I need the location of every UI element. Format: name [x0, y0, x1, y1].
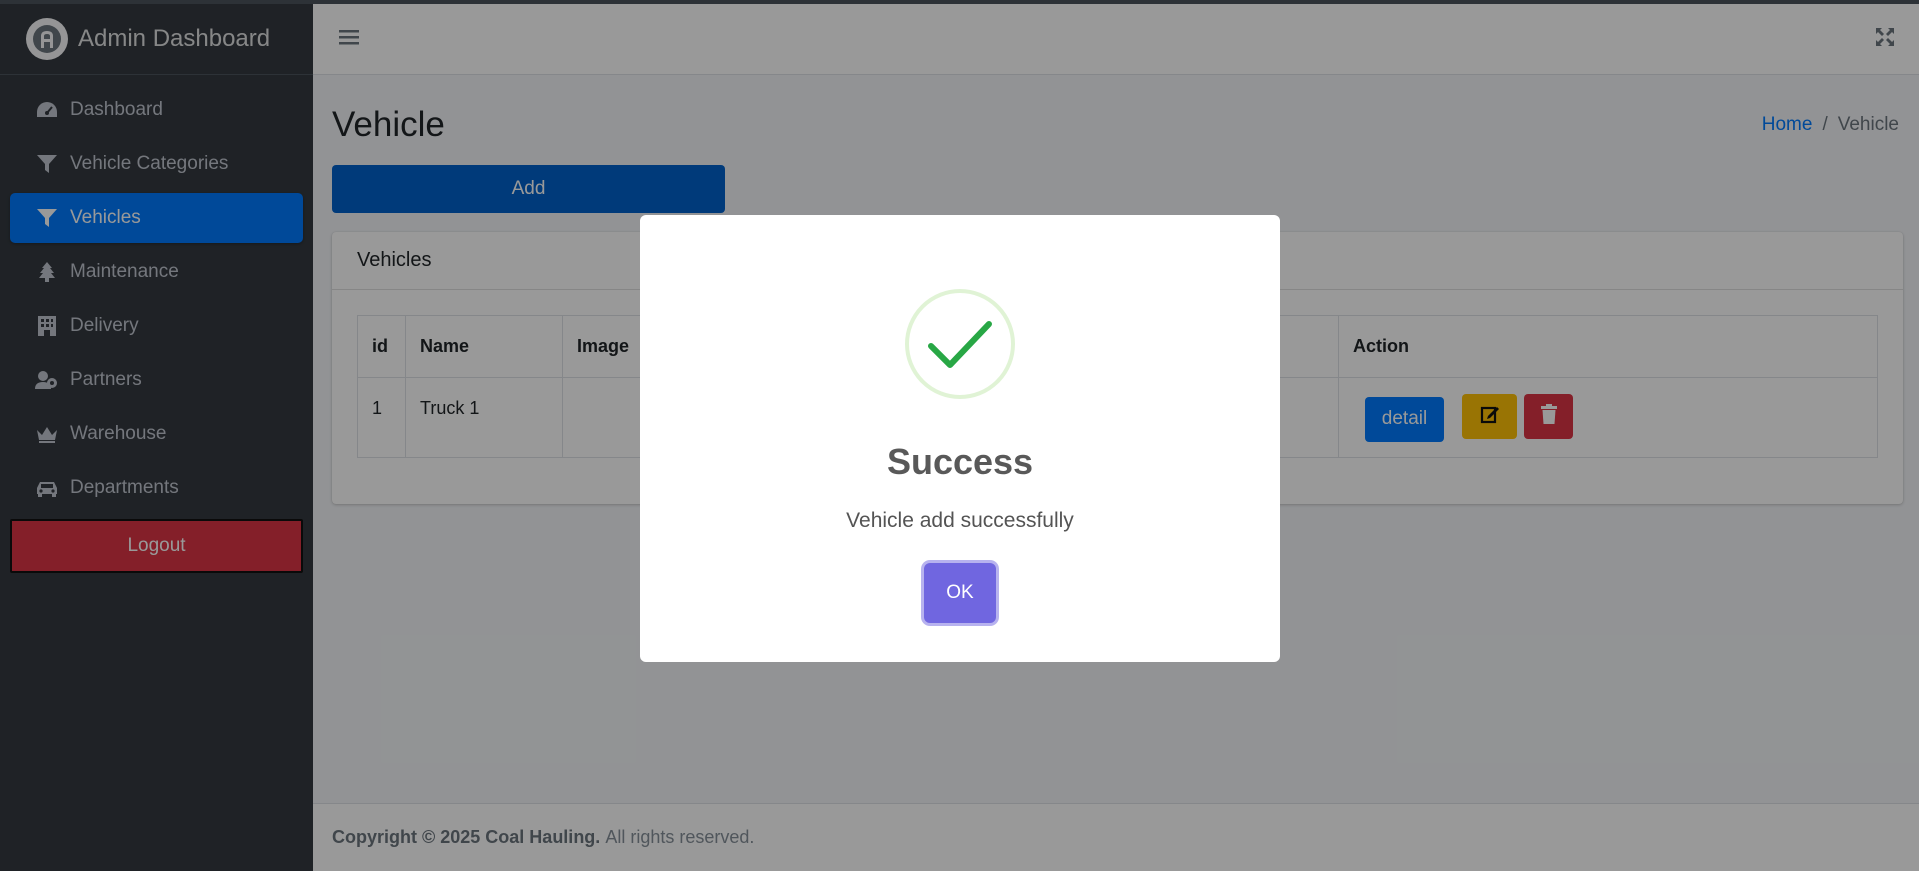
success-check-icon — [905, 289, 1015, 399]
success-modal: Success Vehicle add successfully OK — [640, 215, 1280, 662]
modal-title: Success — [886, 441, 1034, 482]
ok-button[interactable]: OK — [924, 563, 996, 623]
modal-message: Vehicle add successfully — [846, 509, 1074, 532]
